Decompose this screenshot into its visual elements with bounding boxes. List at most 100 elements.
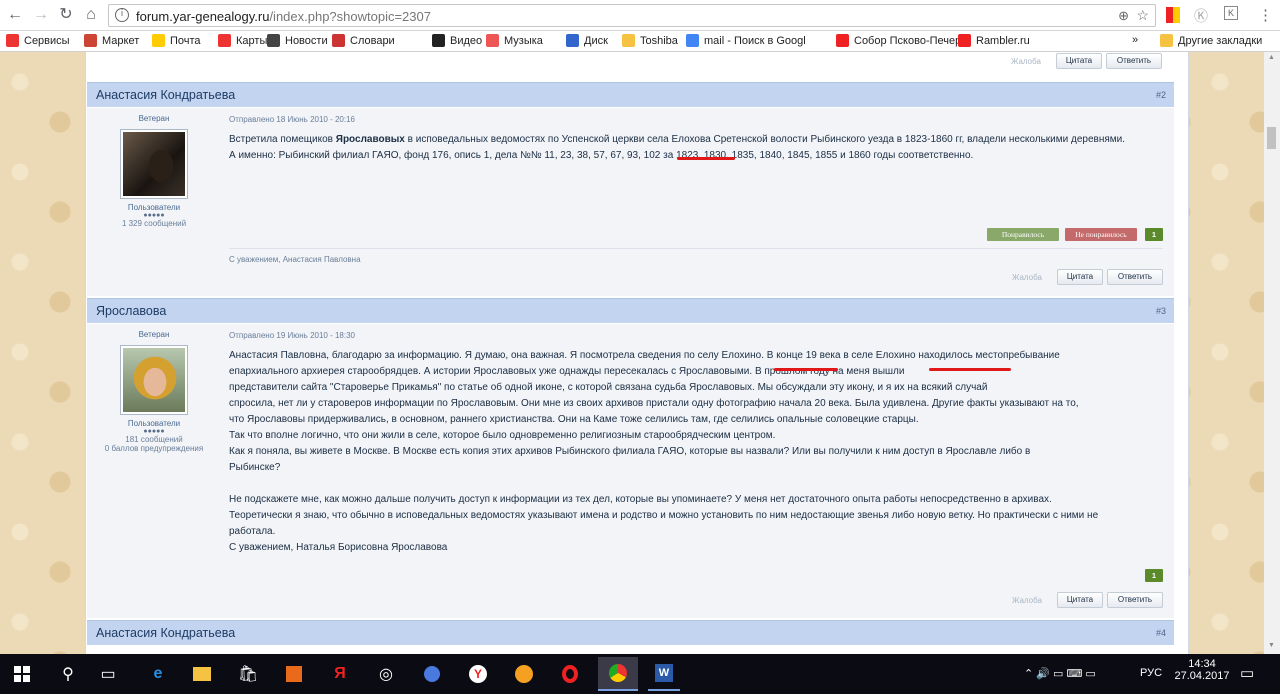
- like-button[interactable]: Понравилось: [987, 228, 1059, 241]
- reply-button[interactable]: Ответить: [1107, 592, 1163, 608]
- store-icon[interactable]: 🛍: [232, 660, 264, 688]
- language-indicator[interactable]: РУС: [1140, 667, 1162, 679]
- edge-icon[interactable]: e: [142, 660, 174, 688]
- post-line: Встретила помещиков Ярославовых в испове…: [229, 134, 1126, 145]
- bookmarks-more[interactable]: »: [1132, 34, 1138, 46]
- bookmark-icon: [267, 34, 280, 47]
- post: Ветеран Пользователи ●●●●● 181 сообщений…: [87, 324, 1174, 618]
- author-rank: Ветеран: [138, 330, 170, 339]
- notifications-icon[interactable]: ▭: [1240, 664, 1254, 682]
- bookmark-item[interactable]: Почта: [152, 34, 201, 47]
- divider: [229, 248, 1163, 249]
- bookmark-label: Сервисы: [24, 34, 70, 47]
- avatar[interactable]: [120, 345, 188, 415]
- other-bookmarks[interactable]: Другие закладки: [1160, 34, 1262, 47]
- bookmark-label: Почта: [170, 34, 201, 47]
- windows-start-icon[interactable]: [6, 660, 38, 688]
- bookmark-item[interactable]: Toshiba: [622, 34, 678, 47]
- reply-button[interactable]: Ответить: [1107, 269, 1163, 285]
- quote-button[interactable]: Цитата: [1056, 53, 1102, 69]
- opera-icon[interactable]: [554, 660, 586, 688]
- settings-app-icon[interactable]: ◎: [370, 660, 402, 688]
- bookmark-label: Toshiba: [640, 34, 678, 47]
- rating-badge: 1: [1145, 569, 1163, 582]
- bookmark-label: Словари: [350, 34, 395, 47]
- extension-icon[interactable]: Ⓚ: [1194, 6, 1208, 26]
- post-number[interactable]: #2: [1156, 90, 1166, 100]
- post-author-name[interactable]: Анастасия Кондратьева: [96, 626, 235, 640]
- task-view-icon[interactable]: ▭: [92, 660, 124, 688]
- post-number[interactable]: #3: [1156, 306, 1166, 316]
- avatar[interactable]: [120, 129, 188, 199]
- author-group: Пользователи: [127, 419, 181, 428]
- bookmark-item[interactable]: mail - Поиск в Googl: [686, 34, 806, 47]
- reload-icon[interactable]: ↻: [55, 5, 77, 25]
- quote-button[interactable]: Цитата: [1057, 269, 1103, 285]
- bookmark-item[interactable]: Rambler.ru: [958, 34, 1030, 47]
- report-link[interactable]: Жалоба: [1011, 57, 1041, 66]
- bookmark-label: Видео: [450, 34, 483, 47]
- author-warnings[interactable]: 0 баллов предупреждения: [87, 444, 221, 453]
- clock-time: 14:34: [1188, 658, 1216, 670]
- chrome-icon[interactable]: [598, 657, 638, 691]
- bookmark-extension-icon[interactable]: [1166, 7, 1180, 23]
- red-underline: [677, 157, 735, 160]
- file-explorer-icon[interactable]: [186, 660, 218, 688]
- post-header: Анастасия Кондратьева #4: [87, 620, 1174, 645]
- star-icon[interactable]: ☆: [1136, 7, 1149, 24]
- yandex-browser-icon[interactable]: Y: [462, 660, 494, 688]
- post-number[interactable]: #4: [1156, 628, 1166, 638]
- clock-date: 27.04.2017: [1174, 670, 1230, 682]
- page-background: Жалоба Цитата Ответить Анастасия Кондрат…: [0, 52, 1264, 654]
- author-group: Пользователи: [127, 203, 181, 212]
- bookmark-icon: [332, 34, 345, 47]
- scrollbar-thumb[interactable]: [1267, 127, 1276, 149]
- url-text: forum.yar-genealogy.ru/index.php?showtop…: [136, 9, 431, 24]
- bookmark-item[interactable]: Собор Псково-Печер: [836, 34, 961, 47]
- report-link[interactable]: Жалоба: [1012, 273, 1042, 282]
- home-icon[interactable]: ⌂: [80, 5, 102, 25]
- scroll-down-icon[interactable]: ▼: [1268, 642, 1275, 649]
- media-icon[interactable]: [278, 660, 310, 688]
- quote-button[interactable]: Цитата: [1057, 592, 1103, 608]
- chat-app-icon[interactable]: [508, 660, 540, 688]
- bookmark-item[interactable]: Диск: [566, 34, 608, 47]
- dislike-button[interactable]: Не понравилось: [1065, 228, 1137, 241]
- bookmark-icon: [686, 34, 699, 47]
- scrollbar[interactable]: ▲ ▼: [1264, 52, 1280, 654]
- zoom-icon[interactable]: ⊕: [1118, 8, 1129, 24]
- tray-icons[interactable]: ⌃ 🔊 ▭ ⌨ ▭: [1024, 667, 1096, 680]
- search-icon[interactable]: ⚲: [52, 660, 84, 688]
- report-link[interactable]: Жалоба: [1012, 596, 1042, 605]
- post-line: епархиального архиерея старообрядцев. А …: [229, 366, 905, 377]
- bookmark-item[interactable]: Новости: [267, 34, 328, 47]
- post-line: [229, 476, 1169, 492]
- bookmark-item[interactable]: Видео: [432, 34, 482, 47]
- clock[interactable]: 14:34 27.04.2017: [1174, 658, 1230, 682]
- post-author-name[interactable]: Ярославова: [96, 304, 166, 318]
- bookmark-item[interactable]: Маркет: [84, 34, 139, 47]
- bookmark-icon: [84, 34, 97, 47]
- author-rank: Ветеран: [138, 114, 170, 123]
- menu-icon[interactable]: ⋮: [1258, 6, 1273, 24]
- bookmark-item[interactable]: Словари: [332, 34, 395, 47]
- reply-button[interactable]: Ответить: [1106, 53, 1162, 69]
- address-bar[interactable]: i forum.yar-genealogy.ru/index.php?showt…: [108, 4, 1156, 27]
- bookmark-item[interactable]: Музыка: [486, 34, 543, 47]
- word-icon[interactable]: W: [648, 657, 680, 691]
- author-post-count: 1 329 сообщений: [121, 219, 187, 228]
- bookmark-item[interactable]: Карты: [218, 34, 267, 47]
- back-icon[interactable]: ←: [4, 5, 26, 25]
- bookmark-icon: [218, 34, 231, 47]
- info-icon[interactable]: i: [115, 8, 129, 22]
- mail-app-icon[interactable]: [416, 660, 448, 688]
- bookmark-icon: [432, 34, 445, 47]
- forward-icon[interactable]: →: [30, 5, 52, 25]
- post-author-name[interactable]: Анастасия Кондратьева: [96, 88, 235, 102]
- scroll-up-icon[interactable]: ▲: [1268, 54, 1275, 61]
- bookmark-item[interactable]: Сервисы: [6, 34, 70, 47]
- yandex-icon[interactable]: Я: [324, 660, 356, 688]
- author-pips: ●●●●●: [143, 428, 165, 435]
- k-extension-icon[interactable]: K: [1224, 6, 1238, 20]
- post-body: Отправлено 19 Июнь 2010 - 18:30 Анастаси…: [229, 330, 1169, 556]
